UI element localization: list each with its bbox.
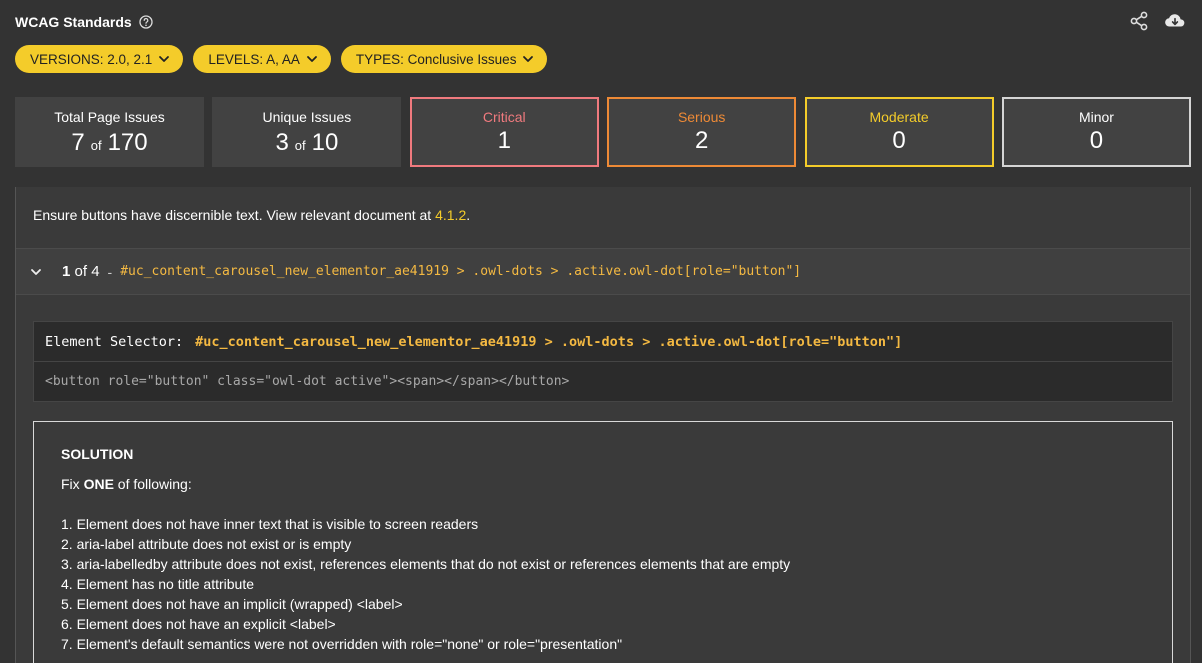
solution-intro-suffix: of following:: [113, 476, 192, 492]
share-icon[interactable]: [1128, 10, 1150, 32]
solution-intro-bold: ONE: [83, 476, 114, 492]
solution-list: 1. Element does not have inner text that…: [61, 514, 790, 654]
question-circle-icon[interactable]: [139, 15, 153, 29]
occurrence-selector: #uc_content_carousel_new_elementor_ae419…: [120, 264, 802, 279]
chevron-down-icon: [522, 53, 534, 65]
filter-bar: VERSIONS: 2.0, 2.1 LEVELS: A, AA TYPES: …: [15, 45, 548, 73]
chevron-down-icon: [306, 53, 318, 65]
wcag-doc-link[interactable]: 4.1.2: [435, 207, 466, 223]
issue-description: Ensure buttons have discernible text. Vi…: [33, 207, 470, 223]
unique-issues-card: Unique Issues 3 of 10: [212, 97, 402, 167]
types-filter-button[interactable]: TYPES: Conclusive Issues: [340, 45, 548, 73]
chevron-down-icon: [158, 53, 170, 65]
levels-filter-button[interactable]: LEVELS: A, AA: [193, 45, 331, 73]
solution-box: SOLUTION Fix ONE of following: 1. Elemen…: [33, 421, 1173, 663]
stat-label: Minor: [1078, 109, 1114, 125]
separator-dash: -: [107, 263, 113, 280]
stat-value: 3 of 10: [275, 129, 338, 157]
solution-item: 2. aria-label attribute does not exist o…: [61, 536, 352, 552]
occurrence-of-total: of 4: [74, 263, 100, 280]
solution-item: 4. Element has no title attribute: [61, 576, 254, 592]
page-title: WCAG Standards: [15, 14, 132, 30]
stats-row: Total Page Issues 7 of 170 Unique Issues…: [15, 97, 1191, 167]
solution-intro-prefix: Fix: [61, 476, 84, 492]
stat-value: 1: [497, 127, 511, 154]
stat-count: 3: [275, 129, 289, 156]
occurrence-index: 1: [62, 263, 71, 280]
stat-label: Total Page Issues: [54, 109, 165, 125]
types-filter-label: TYPES: Conclusive Issues: [355, 51, 517, 67]
stat-value: 7 of 170: [71, 129, 147, 157]
element-selector-value: #uc_content_carousel_new_elementor_ae419…: [195, 333, 903, 350]
issue-panel: Ensure buttons have discernible text. Vi…: [15, 187, 1191, 663]
stat-total: 170: [107, 129, 148, 156]
solution-item: 7. Element's default semantics were not …: [61, 636, 623, 652]
solution-item: 1. Element does not have inner text that…: [61, 516, 479, 532]
element-html-snippet: <button role="button" class="owl-dot act…: [33, 362, 1173, 402]
top-actions: [1128, 10, 1186, 32]
stat-label: Moderate: [869, 109, 929, 125]
stat-of: of: [294, 138, 306, 153]
stat-label: Unique Issues: [262, 109, 352, 125]
element-selector-label: Element Selector:: [45, 333, 184, 350]
solution-item: 5. Element does not have an implicit (wr…: [61, 596, 403, 612]
stat-value: 0: [1089, 127, 1104, 154]
solution-item: 6. Element does not have an explicit <la…: [61, 616, 336, 632]
solution-item: 3. aria-labelledby attribute does not ex…: [61, 556, 791, 572]
chevron-down-icon[interactable]: [29, 265, 43, 279]
stat-count: 7: [71, 129, 85, 156]
total-page-issues-card: Total Page Issues 7 of 170: [15, 97, 204, 167]
occurrence-header[interactable]: 1 of 4 - #uc_content_carousel_new_elemen…: [16, 248, 1190, 295]
issue-description-text: Ensure buttons have discernible text. Vi…: [33, 207, 436, 223]
stat-value: 0: [892, 127, 906, 154]
serious-filter-card[interactable]: Serious 2: [607, 97, 797, 167]
critical-filter-card[interactable]: Critical 1: [409, 97, 599, 167]
header: WCAG Standards: [15, 12, 153, 32]
stat-of: of: [90, 138, 102, 153]
stat-value: 2: [694, 127, 709, 154]
minor-filter-card[interactable]: Minor 0: [1001, 97, 1191, 167]
stat-label: Critical: [482, 109, 526, 125]
element-selector-box: Element Selector: #uc_content_carousel_n…: [33, 321, 1173, 362]
issue-description-end: .: [466, 207, 471, 223]
solution-intro: Fix ONE of following:: [61, 476, 192, 492]
moderate-filter-card[interactable]: Moderate 0: [804, 97, 994, 167]
stat-label: Serious: [677, 109, 726, 125]
occurrence-counter: 1 of 4: [62, 263, 100, 280]
levels-filter-label: LEVELS: A, AA: [208, 51, 300, 67]
solution-title: SOLUTION: [61, 446, 134, 462]
versions-filter-button[interactable]: VERSIONS: 2.0, 2.1: [15, 45, 184, 73]
versions-filter-label: VERSIONS: 2.0, 2.1: [30, 51, 153, 67]
cloud-download-icon[interactable]: [1164, 10, 1186, 32]
stat-total: 10: [311, 129, 339, 156]
